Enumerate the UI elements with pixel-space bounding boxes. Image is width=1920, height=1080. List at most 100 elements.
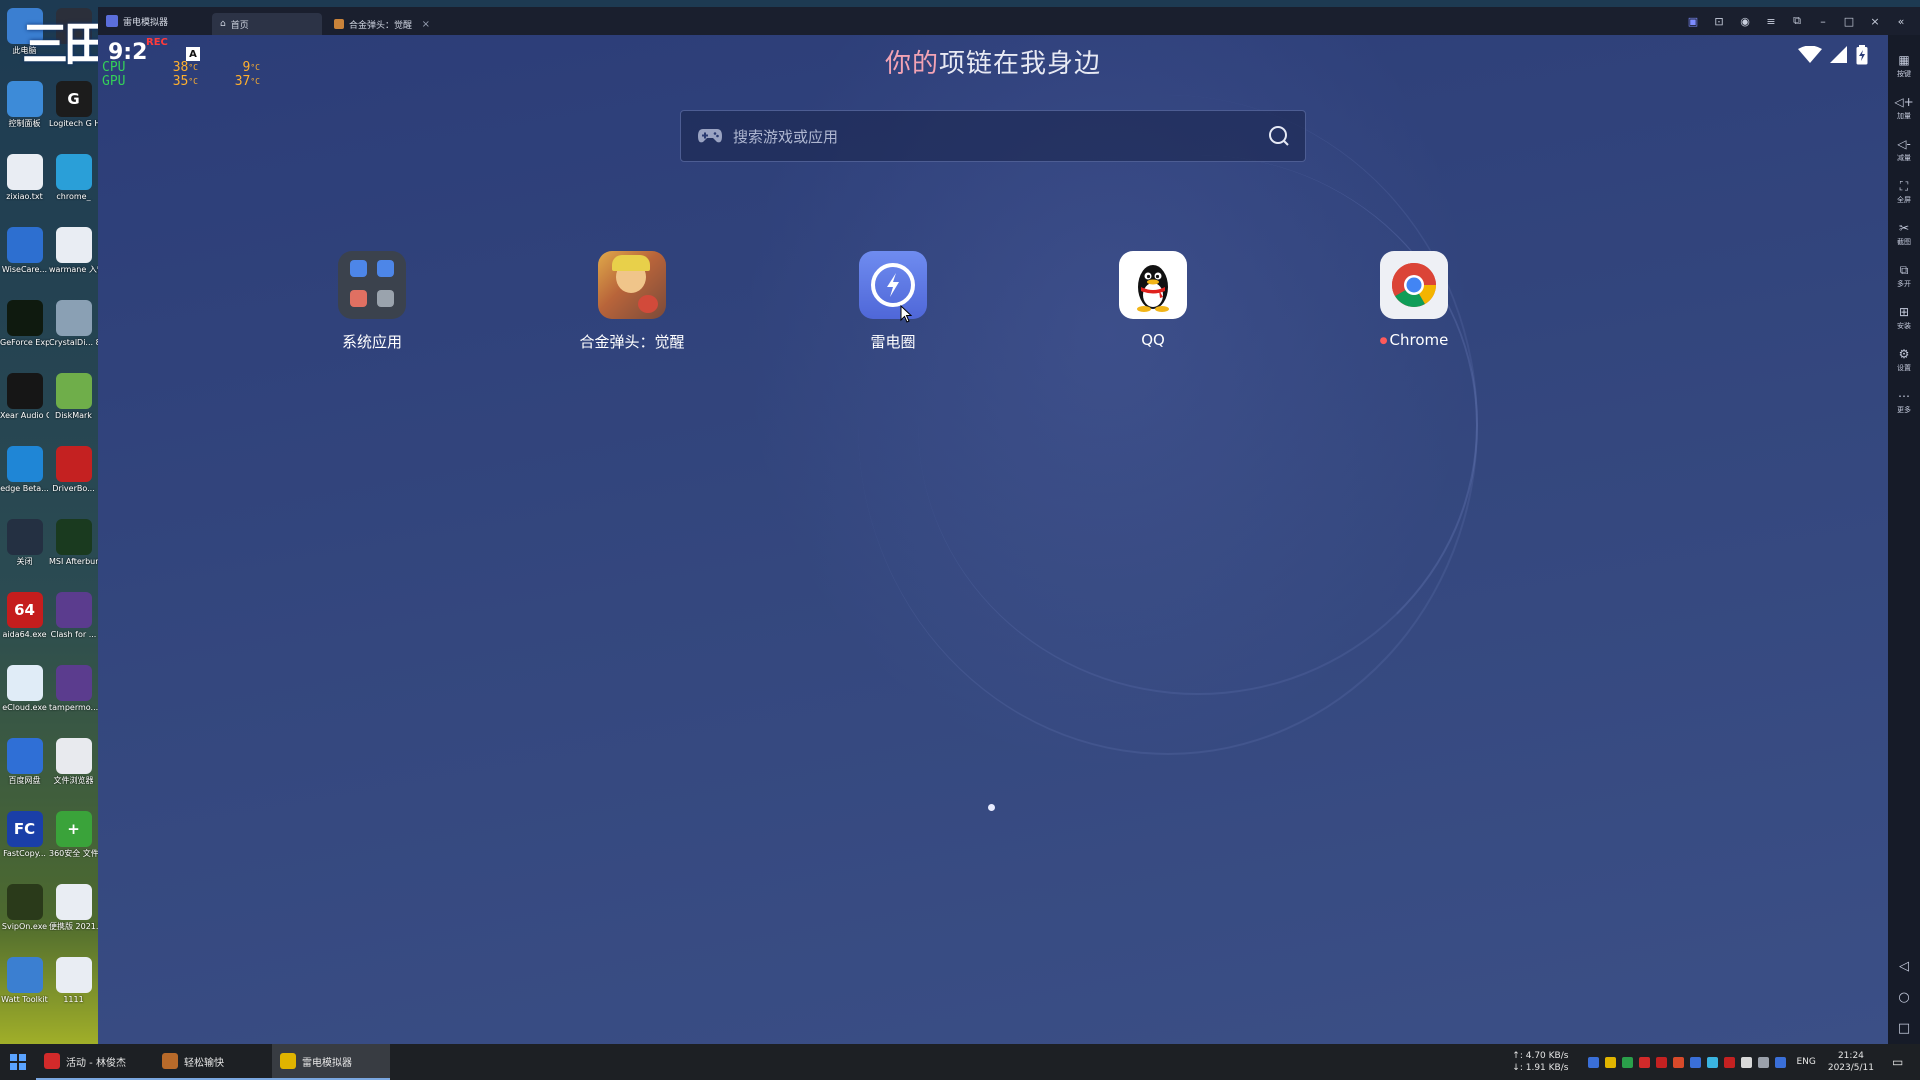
toolbar-button[interactable]: ✂ 截图 <box>1888 213 1920 255</box>
minimize-button[interactable]: – <box>1810 7 1836 35</box>
toolbar-button[interactable]: ◁+ 加量 <box>1888 87 1920 129</box>
home-headline: 你的项链在我身边 <box>98 43 1888 80</box>
desktop-icon[interactable]: CrystalDi... 8.17.14.4 <box>49 296 98 368</box>
toolbar-button[interactable]: ▦ 按键 <box>1888 45 1920 87</box>
title-bar: 雷电模拟器 ⌂ 首页 合金弹头：觉醒 × ▣ ⊡ ◉ ≡ ⧉ – □ × « <box>98 7 1920 35</box>
tray-icon[interactable] <box>1639 1056 1651 1068</box>
recent-apps-button[interactable]: □ <box>1898 1021 1910 1036</box>
desktop-icon[interactable]: 1111 <box>49 953 98 1025</box>
account-icon[interactable]: ◉ <box>1732 7 1758 35</box>
app-grid: 系统应用 合金弹头：觉醒 雷电圈 QQ ● Chrome <box>98 251 1888 371</box>
toolbar-label: 按键 <box>1897 69 1911 78</box>
clock-date: 2023/5/11 <box>1827 1063 1874 1073</box>
tray-icon[interactable] <box>1775 1056 1787 1068</box>
desktop-icon[interactable]: warmane 入营游戏 <box>49 223 98 295</box>
tray-icon[interactable] <box>1656 1056 1668 1068</box>
toolbar-button[interactable]: ◁- 减量 <box>1888 129 1920 171</box>
windows-taskbar: 活动 - 林俊杰 轻松输快 雷电模拟器 ↑: 4.70 KB/s ↓: 1.91 K… <box>0 1044 1920 1080</box>
search-icon[interactable] <box>1267 124 1291 148</box>
start-button[interactable] <box>0 1044 36 1080</box>
system-tray <box>1588 1056 1787 1068</box>
tab-metal-slug[interactable]: 合金弹头：觉醒 × <box>326 13 438 35</box>
desktop-icon[interactable]: 64 aida64.exe <box>0 588 49 660</box>
maximize-button[interactable]: □ <box>1836 7 1862 35</box>
desktop-app-icon <box>6 227 43 263</box>
toolbar-button[interactable]: ⚙ 设置 <box>1888 339 1920 381</box>
gamepad-icon[interactable]: ⊡ <box>1706 7 1732 35</box>
tray-icon[interactable] <box>1707 1056 1719 1068</box>
tray-icon[interactable] <box>1758 1056 1770 1068</box>
tray-icon[interactable] <box>1741 1056 1753 1068</box>
home-button[interactable]: ○ <box>1898 990 1909 1005</box>
desktop-icon[interactable]: MSI Afterburner <box>49 515 98 587</box>
app-label: 系统应用 <box>341 333 402 351</box>
desktop-icon[interactable]: zixiao.txt <box>0 150 49 222</box>
desktop-icon[interactable]: DiskMark <box>49 369 98 441</box>
tray-icon[interactable] <box>1622 1056 1634 1068</box>
tray-icon[interactable] <box>1588 1056 1600 1068</box>
tray-icon[interactable] <box>1690 1056 1702 1068</box>
desktop-icon[interactable]: Watt Toolkit <box>0 953 49 1025</box>
desktop-icon[interactable]: DriverBo... <box>49 442 98 514</box>
restore-icon[interactable]: ⧉ <box>1784 7 1810 35</box>
desktop-icon[interactable]: eCloud.exe <box>0 661 49 733</box>
input-language[interactable]: ENG <box>1796 1057 1815 1067</box>
clock[interactable]: 21:24 2023/5/11 <box>1828 1050 1874 1074</box>
toolbar-button[interactable]: ⧉ 多开 <box>1888 255 1920 297</box>
desktop-icon-label: chrome_ <box>56 192 91 201</box>
tray-icon[interactable] <box>1605 1056 1617 1068</box>
desktop-icon[interactable]: G Logitech G HUB <box>49 77 98 149</box>
toolbar-button[interactable]: ⛶ 全屏 <box>1888 171 1920 213</box>
tray-icon[interactable] <box>1673 1056 1685 1068</box>
desktop-icon[interactable]: tampermo... <box>49 661 98 733</box>
close-button[interactable]: × <box>1862 7 1888 35</box>
tab-close-icon[interactable]: × <box>422 19 430 30</box>
desktop-icon-label: 360安全 文件粉碎 <box>49 849 98 858</box>
app-qq[interactable]: QQ <box>1083 251 1223 349</box>
app-chrome[interactable]: ● Chrome <box>1344 251 1484 349</box>
desktop-icon[interactable]: Clash for ... <box>49 588 98 660</box>
desktop-icon[interactable]: edge Beta... <box>0 442 49 514</box>
desktop-app-icon <box>6 81 43 117</box>
desktop-icon-label: 1111 <box>63 995 84 1004</box>
desktop-icon-label: 便携版 2021.txt <box>49 922 98 931</box>
tray-icon[interactable] <box>1724 1056 1736 1068</box>
taskbar-app[interactable]: 活动 - 林俊杰 <box>36 1044 154 1080</box>
tab-home[interactable]: ⌂ 首页 <box>212 13 322 35</box>
desktop-icon[interactable]: SvipOn.exe <box>0 880 49 952</box>
collapse-sidebar-button[interactable]: « <box>1888 7 1914 35</box>
game-center-icon[interactable]: ▣ <box>1680 7 1706 35</box>
desktop-icon[interactable]: 文件浏览器 <box>49 734 98 806</box>
desktop-icon[interactable]: 关闭 <box>0 515 49 587</box>
desktop-icon[interactable]: Xear Audio Center <box>0 369 49 441</box>
new-indicator-dot: ● <box>1379 335 1388 346</box>
desktop-icon[interactable]: 便携版 2021.txt <box>49 880 98 952</box>
notification-icon[interactable]: ▭ <box>1892 1055 1912 1069</box>
desktop-app-icon <box>55 446 92 482</box>
desktop-app-icon: + <box>55 811 92 847</box>
desktop-icon[interactable]: WiseCare... <box>0 223 49 295</box>
app-leidian-circle[interactable]: 雷电圈 <box>823 251 963 352</box>
taskbar-app-label: 雷电模拟器 <box>302 1057 352 1069</box>
search-bar[interactable]: 搜索游戏或应用 <box>680 110 1306 162</box>
desktop-icon[interactable]: +360安全 文件粉碎 <box>49 807 98 879</box>
desktop-app-icon <box>55 884 92 920</box>
menu-icon[interactable]: ≡ <box>1758 7 1784 35</box>
search-input[interactable]: 搜索游戏或应用 <box>733 126 838 147</box>
app-metal-slug-awakening[interactable]: 合金弹头：觉醒 <box>562 251 702 352</box>
desktop-icon[interactable]: 百度网盘 <box>0 734 49 806</box>
taskbar-app-icon <box>280 1053 296 1069</box>
headline-accent: 你的 <box>884 49 939 79</box>
back-button[interactable]: ◁ <box>1899 959 1909 974</box>
desktop-icon[interactable]: 控制面板 <box>0 77 49 149</box>
taskbar-app[interactable]: 轻松输快 <box>154 1044 272 1080</box>
desktop-icon[interactable]: FC FastCopy... <box>0 807 49 879</box>
desktop-icon[interactable]: chrome_ <box>49 150 98 222</box>
desktop-icon[interactable]: GeForce Experience <box>0 296 49 368</box>
desktop-app-icon: FC <box>6 811 43 847</box>
toolbar-button[interactable]: ⋯ 更多 <box>1888 381 1920 423</box>
toolbar-button[interactable]: ⊞ 安装 <box>1888 297 1920 339</box>
taskbar-app[interactable]: 雷电模拟器 <box>272 1044 390 1080</box>
app-system-apps[interactable]: 系统应用 <box>302 251 442 352</box>
taskbar-app-label: 活动 - 林俊杰 <box>66 1057 126 1069</box>
